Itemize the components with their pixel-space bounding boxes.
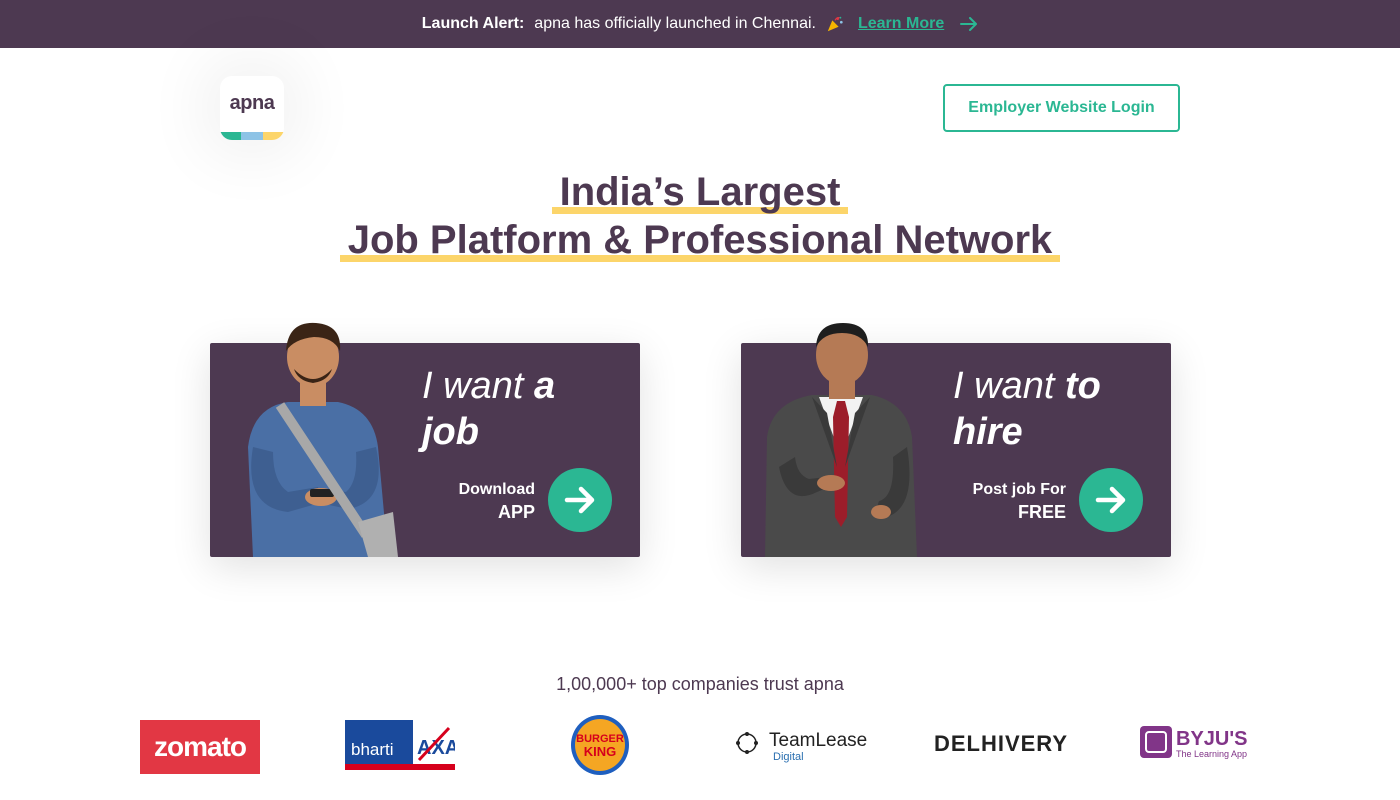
company-logos: zomato bharti AXA BURGER KING TeamLease [0,712,1400,782]
download-app-label: Download APP [459,479,535,523]
free-label: FREE [1017,502,1066,522]
want-job-title-light: I want [422,365,534,407]
bharti-axa-logo: bharti AXA [345,720,455,770]
job-seeker-photo [248,322,398,557]
download-app-button[interactable] [548,468,612,532]
logo-text: apna [229,92,275,114]
svg-text:KING: KING [584,744,617,759]
want-hire-card[interactable]: I want to hire Post job For FREE [741,323,1171,557]
download-label: Download [458,481,535,498]
learn-more-link[interactable]: Learn More [858,15,944,33]
svg-text:TeamLease: TeamLease [769,730,867,751]
svg-text:bharti: bharti [351,740,394,759]
svg-text:Digital: Digital [773,751,804,763]
zomato-logo: zomato [140,720,260,774]
post-job-button[interactable] [1079,468,1143,532]
arrow-right-icon [564,486,595,514]
arrow-right-icon[interactable] [960,17,978,31]
logo-bar-green [220,132,241,140]
burger-king-logo: BURGER KING [570,714,630,776]
launch-banner: Launch Alert: apna has officially launch… [0,0,1400,48]
alert-label: Launch Alert: [421,15,525,32]
want-hire-title: I want to hire [953,363,1153,455]
post-job-for-label: Post job For [972,481,1066,498]
want-job-title: I want a job [422,363,622,455]
svg-text:BYJU'S: BYJU'S [1176,728,1247,750]
byjus-logo: BYJU'S The Learning App [1140,726,1260,762]
alert-message: apna has officially launched in Chennai. [534,15,816,32]
employer-photo [765,323,917,557]
logo-bar-blue [241,132,263,140]
headline-line-1: India’s Largest [551,168,849,216]
post-job-label: Post job For FREE [973,479,1066,523]
want-job-card[interactable]: I want a job Download APP [210,322,640,557]
party-popper-icon [827,16,843,32]
teamlease-digital-logo: TeamLease Digital [733,726,868,764]
svg-text:The Learning App: The Learning App [1176,749,1247,759]
logo-bar-yellow [263,132,284,140]
arrow-right-icon [1095,486,1126,514]
trust-heading: 1,00,000+ top companies trust apna [556,674,844,694]
app-label: APP [497,502,535,522]
delhivery-logo: DELHIVERY [933,731,1069,756]
hero-headline: India’s Largest Job Platform & Professio… [0,168,1400,264]
headline-line-2: Job Platform & Professional Network [339,216,1061,264]
employer-login-button[interactable]: Employer Website Login [943,84,1180,132]
want-hire-title-light: I want [953,365,1065,407]
apna-logo[interactable]: apna [220,76,284,140]
